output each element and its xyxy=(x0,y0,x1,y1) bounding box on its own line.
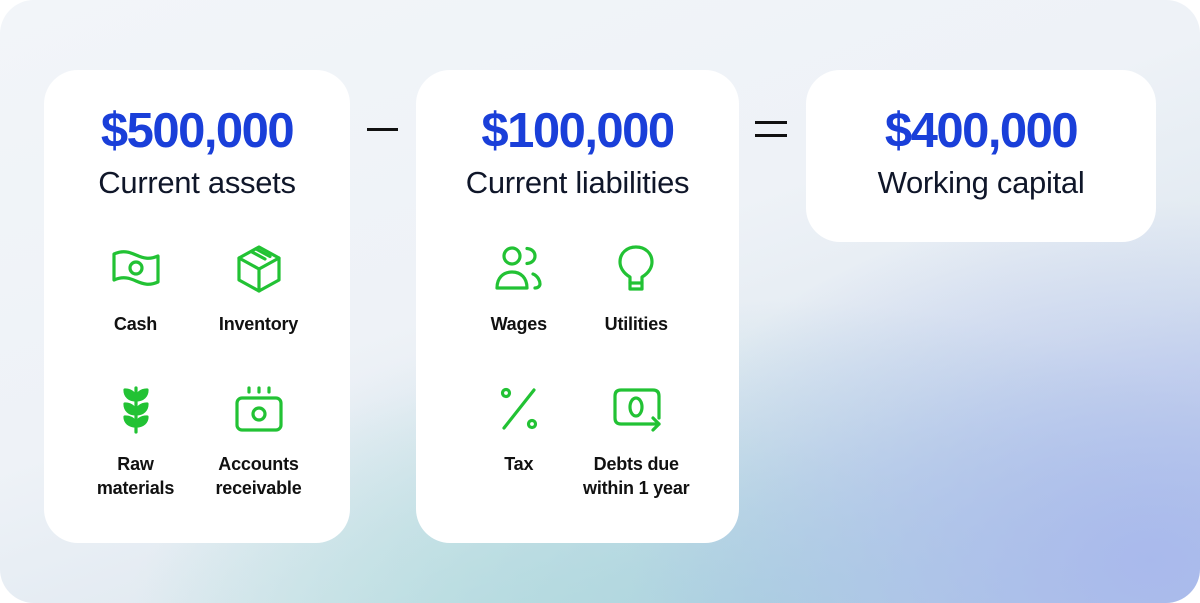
people-icon xyxy=(492,242,546,296)
liability-item-label: Tax xyxy=(504,454,534,474)
current-assets-card: $500,000 Current assets Cash Inventory R… xyxy=(44,70,350,543)
asset-item-label: Cash xyxy=(113,314,158,334)
asset-item-raw-materials: Raw materials xyxy=(74,382,197,522)
percent-icon xyxy=(492,382,546,436)
liability-item-label: Utilities xyxy=(604,314,668,334)
asset-item-accounts-receivable: Accounts receivable xyxy=(197,382,320,522)
liability-item-label: Wages xyxy=(490,314,548,334)
current-liabilities-label: Current liabilities xyxy=(465,165,690,200)
current-assets-amount: $500,000 xyxy=(100,104,295,158)
asset-item-label: Inventory xyxy=(218,314,299,334)
working-capital-card: $400,000 Working capital xyxy=(806,70,1156,242)
equals-bar-bottom xyxy=(755,134,787,137)
current-assets-items: Cash Inventory Raw materials Accounts re… xyxy=(44,242,350,522)
cash-icon xyxy=(109,242,163,296)
liability-item-label: Debts due within 1 year xyxy=(583,454,690,498)
asset-item-label: Accounts receivable xyxy=(215,454,302,498)
liability-item-wages: Wages xyxy=(460,242,578,382)
liability-item-utilities: Utilities xyxy=(578,242,696,382)
asset-item-label: Raw materials xyxy=(96,454,175,498)
equals-bar-top xyxy=(755,121,787,124)
asset-item-inventory: Inventory xyxy=(197,242,320,382)
background-canvas: $500,000 Current assets Cash Inventory R… xyxy=(0,0,1200,603)
current-liabilities-items: Wages Utilities Tax Debts due within 1 y… xyxy=(416,242,739,522)
lightbulb-icon xyxy=(609,242,663,296)
liability-item-debts: Debts due within 1 year xyxy=(578,382,696,522)
current-assets-label: Current assets xyxy=(98,165,296,200)
invoice-money-icon xyxy=(232,382,286,436)
box-icon xyxy=(232,242,286,296)
working-capital-amount: $400,000 xyxy=(884,104,1079,158)
plant-icon xyxy=(109,382,163,436)
money-arrow-icon xyxy=(609,382,663,436)
liability-item-tax: Tax xyxy=(460,382,578,522)
minus-operator xyxy=(367,128,398,131)
current-liabilities-amount: $100,000 xyxy=(481,104,675,158)
working-capital-label: Working capital xyxy=(877,165,1085,200)
current-liabilities-card: $100,000 Current liabilities Wages Utili… xyxy=(416,70,739,543)
asset-item-cash: Cash xyxy=(74,242,197,382)
